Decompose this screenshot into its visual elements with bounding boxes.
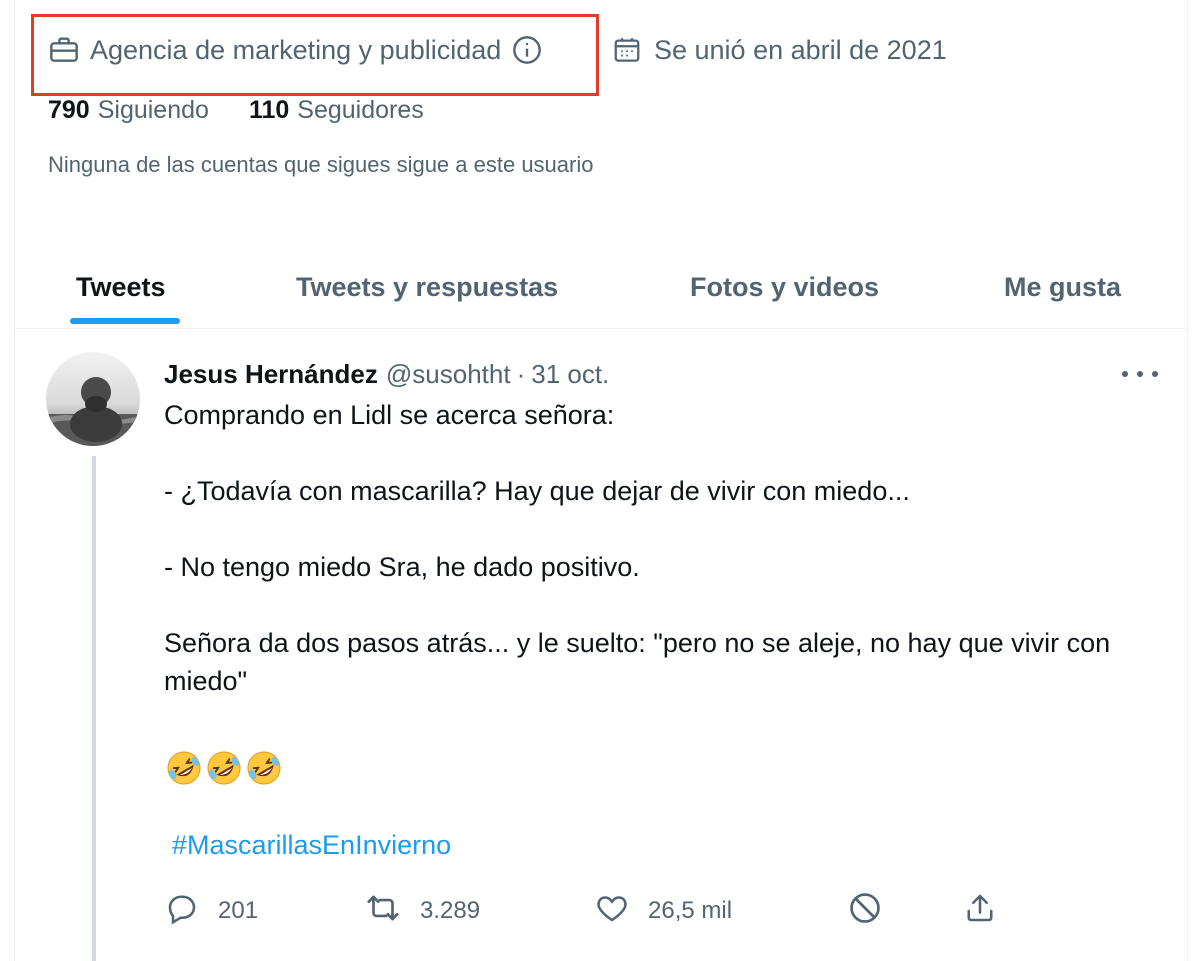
tab-likes[interactable]: Me gusta: [1004, 246, 1121, 328]
followers-count: 110: [248, 95, 290, 124]
following-link[interactable]: 790 Siguiendo: [48, 96, 209, 125]
tweet-header: Jesus Hernández @susohtht · 31 oct.: [164, 356, 609, 392]
annotation-highlight-box: [31, 14, 599, 96]
share-icon: [962, 890, 998, 933]
retweet-icon: [364, 889, 402, 934]
block-button[interactable]: [846, 890, 884, 932]
follow-stats: 790 Siguiendo 110 Seguidores: [48, 92, 464, 128]
tweet-line: - ¿Todavía con mascarilla? Hay que dejar…: [164, 476, 910, 506]
more-icon[interactable]: [1122, 360, 1158, 388]
like-count: 26,5 mil: [648, 897, 733, 924]
retweet-count: 3.289: [420, 897, 481, 924]
tweet-actions: 201 3.289 26,5 mil: [164, 890, 1154, 932]
tab-media[interactable]: Fotos y videos: [690, 246, 879, 328]
avatar[interactable]: [46, 352, 140, 446]
join-date: Se unió en abril de 2021: [612, 30, 947, 70]
tweet-line: [164, 586, 1154, 624]
join-date-label: Se unió en abril de 2021: [654, 34, 947, 65]
following-label: Siguiendo: [97, 95, 209, 124]
reply-icon: [164, 890, 200, 933]
followers-label: Seguidores: [297, 95, 424, 124]
tab-tweets[interactable]: Tweets: [76, 246, 166, 328]
tweet-line: Comprando en Lidl se acerca señora:: [164, 400, 615, 430]
laughing-emoji: [164, 748, 204, 793]
like-icon: [594, 890, 630, 933]
column-border-left: [14, 0, 15, 961]
separator-dot: ·: [516, 358, 526, 389]
laughing-emoji: [244, 748, 284, 793]
tweet-line: [164, 510, 1154, 548]
laughing-emoji-row: [164, 748, 284, 793]
followers-you-know-note: Ninguna de las cuentas que sigues sigue …: [48, 152, 594, 177]
laughing-emoji: [204, 748, 244, 793]
tweet-text: Comprando en Lidl se acerca señora: - ¿T…: [164, 396, 1154, 700]
more-dot: [1122, 371, 1128, 377]
retweet-button[interactable]: 3.289: [364, 890, 480, 932]
tweet-line: Señora da dos pasos atrás... y le suelto…: [164, 628, 1118, 696]
thread-line: [92, 456, 96, 961]
like-button[interactable]: 26,5 mil: [594, 890, 732, 932]
share-button[interactable]: [962, 890, 998, 932]
active-tab-indicator: [70, 318, 180, 324]
tweet-line: - No tengo miedo Sra, he dado positivo.: [164, 552, 640, 582]
followers-link[interactable]: 110 Seguidores: [249, 96, 424, 125]
tweet-line: [164, 434, 1154, 472]
more-dot: [1137, 371, 1143, 377]
author-name[interactable]: Jesus Hernández: [164, 359, 378, 390]
reply-button[interactable]: 201: [164, 890, 258, 932]
following-count: 790: [48, 95, 90, 124]
more-dot: [1152, 371, 1158, 377]
author-handle[interactable]: @susohtht: [386, 359, 511, 390]
hashtag-link[interactable]: #MascarillasEnInvierno: [172, 830, 451, 861]
profile-tabs: Tweets Tweets y respuestas Fotos y video…: [14, 246, 1188, 329]
calendar-icon: [612, 35, 642, 65]
tweet-date[interactable]: 31 oct.: [531, 359, 609, 390]
reply-count: 201: [218, 897, 259, 924]
column-border-right: [1187, 0, 1188, 961]
tab-tweets-and-replies[interactable]: Tweets y respuestas: [296, 246, 558, 328]
block-icon: [846, 889, 884, 934]
